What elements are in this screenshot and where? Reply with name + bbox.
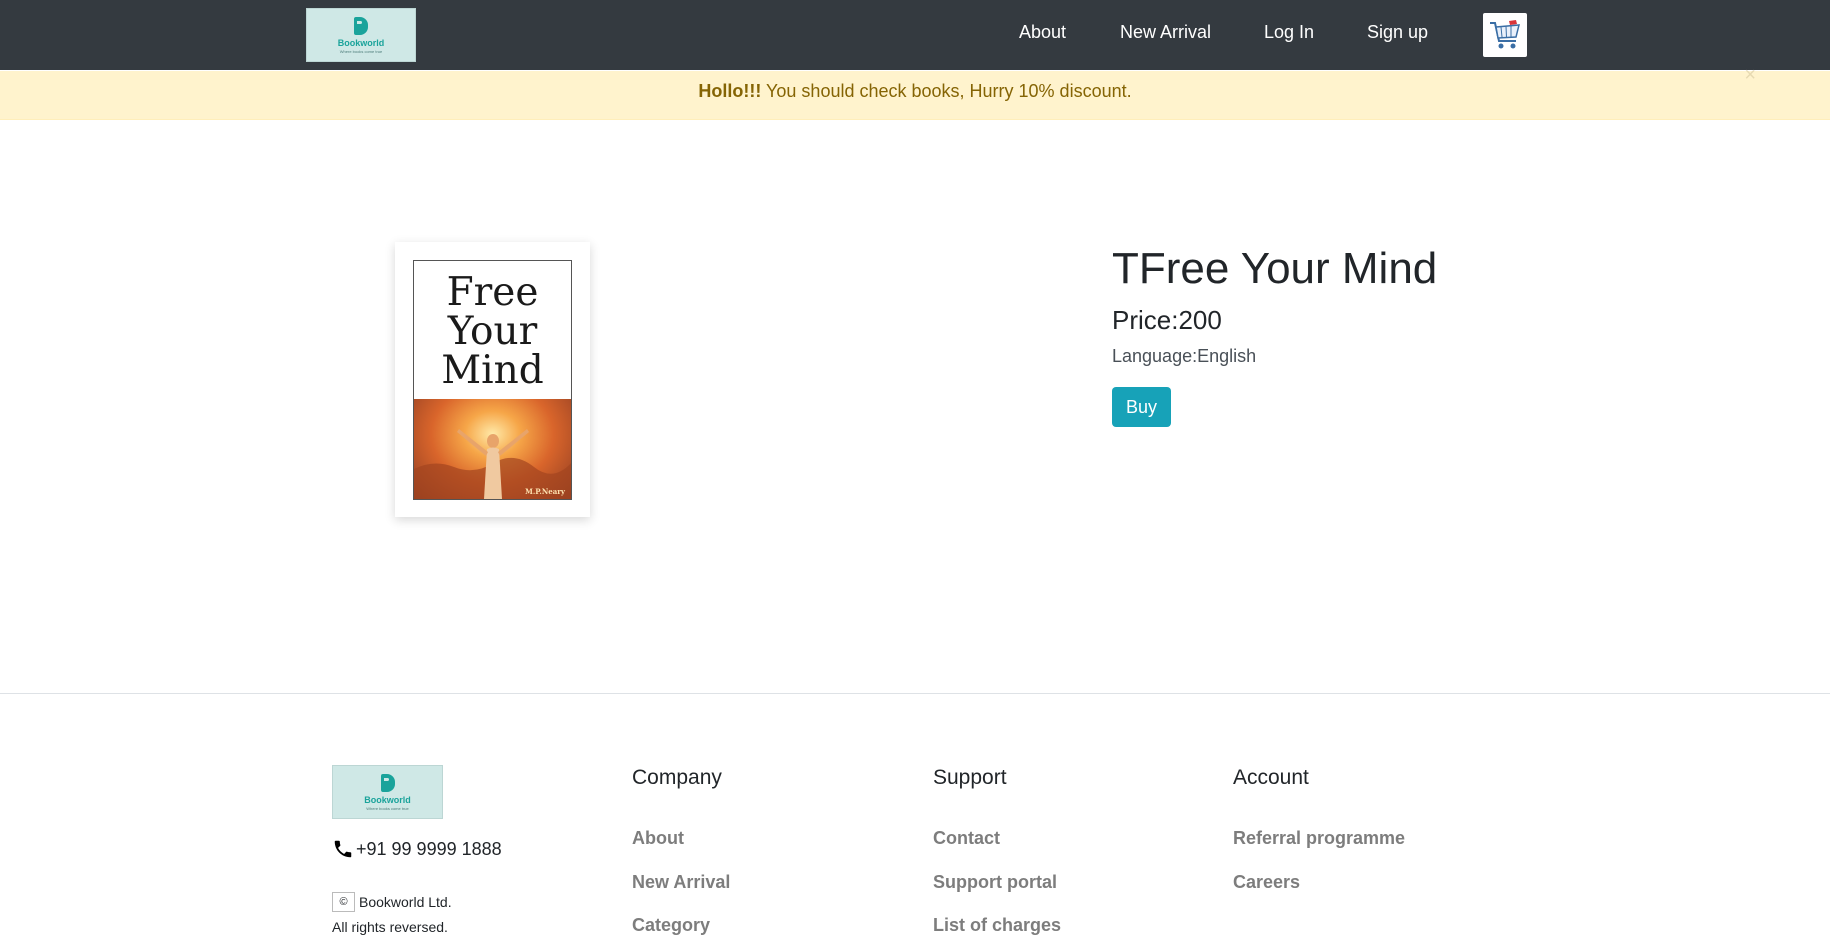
- navbar: Bookworld Where books come true About Ne…: [0, 0, 1830, 70]
- footer-link-referral-programme[interactable]: Referral programme: [1233, 828, 1405, 849]
- footer-heading-account: Account: [1233, 766, 1309, 789]
- nav-about[interactable]: About: [1019, 22, 1066, 43]
- book-title: TFree Your Mind: [1112, 244, 1438, 293]
- footer-phone: +91 99 9999 1888: [332, 838, 502, 860]
- footer-link-about[interactable]: About: [632, 828, 684, 849]
- close-icon[interactable]: ×: [1744, 65, 1756, 85]
- nav-login[interactable]: Log In: [1264, 22, 1314, 43]
- nav-signup[interactable]: Sign up: [1367, 22, 1428, 43]
- footer-link-contact[interactable]: Contact: [933, 828, 1000, 849]
- logo-tagline: Where books come true: [366, 805, 409, 811]
- footer-copyright: © Bookworld Ltd.: [332, 892, 452, 912]
- nav-new-arrival[interactable]: New Arrival: [1120, 22, 1211, 43]
- footer-link-list-of-charges[interactable]: List of charges: [933, 915, 1061, 936]
- footer-link-careers[interactable]: Careers: [1233, 872, 1300, 893]
- cover-art: [414, 399, 571, 499]
- footer-link-support-portal[interactable]: Support portal: [933, 872, 1057, 893]
- footer-rights: All rights reversed.: [332, 919, 448, 935]
- footer-divider: [0, 693, 1830, 694]
- alert-message: You should check books, Hurry 10% discou…: [761, 81, 1132, 101]
- phone-number: +91 99 9999 1888: [356, 838, 502, 859]
- logo-b-icon: [354, 16, 368, 35]
- footer-logo[interactable]: Bookworld Where books come true: [332, 765, 443, 819]
- logo-text: Bookworld: [364, 794, 411, 805]
- alert-strong: Hollo!!!: [698, 81, 762, 101]
- book-image-card: Free Your Mind M.P.Neary: [395, 242, 590, 517]
- logo-tagline: Where books come true: [339, 48, 383, 54]
- book-price: Price:200: [1112, 305, 1222, 335]
- book-cover-image: Free Your Mind M.P.Neary: [413, 260, 572, 500]
- logo-b-icon: [380, 773, 395, 792]
- company-name: Bookworld Ltd.: [359, 894, 452, 910]
- brand-logo[interactable]: Bookworld Where books come true: [306, 8, 416, 62]
- copyright-icon: ©: [332, 892, 355, 912]
- book-language: Language:English: [1112, 346, 1257, 366]
- logo-text: Bookworld: [337, 37, 385, 48]
- footer-heading-support: Support: [933, 766, 1007, 789]
- buy-button[interactable]: Buy: [1112, 387, 1171, 427]
- phone-icon: [334, 840, 352, 858]
- discount-alert: Hollo!!! You should check books, Hurry 1…: [0, 65, 1830, 120]
- footer-link-new-arrival[interactable]: New Arrival: [632, 872, 730, 893]
- cover-title: Free Your Mind: [441, 270, 544, 393]
- footer-heading-company: Company: [632, 766, 722, 789]
- shopping-cart-icon[interactable]: [1483, 13, 1527, 57]
- footer-link-category[interactable]: Category: [632, 915, 710, 936]
- cover-author: M.P.Neary: [525, 487, 565, 496]
